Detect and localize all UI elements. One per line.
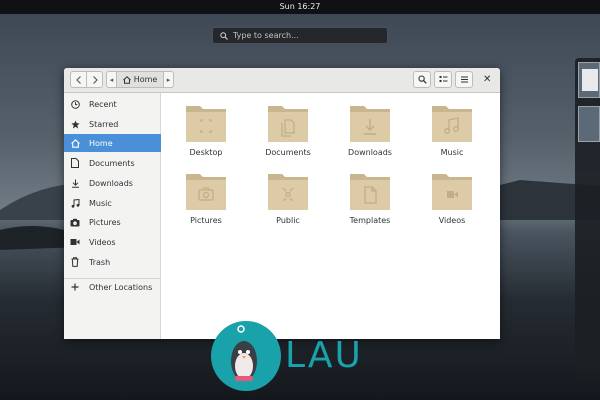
folder-music-icon xyxy=(432,106,472,142)
clock-icon xyxy=(70,99,80,109)
list-view-icon xyxy=(439,76,447,82)
chevron-left-icon xyxy=(75,75,81,84)
folder-public-icon xyxy=(268,174,308,210)
close-button[interactable]: ✕ xyxy=(483,74,491,85)
home-icon xyxy=(122,75,131,84)
search-icon xyxy=(220,32,228,40)
home-icon xyxy=(70,138,80,148)
folder-label: Documents xyxy=(265,148,311,157)
folder-documents[interactable]: Documents xyxy=(253,102,323,166)
download-icon xyxy=(70,178,80,188)
chevron-right-icon xyxy=(92,75,98,84)
path-right-arrow-icon[interactable]: ▸ xyxy=(164,76,173,84)
sidebar-item-videos[interactable]: Videos xyxy=(64,233,161,251)
sidebar-item-label: Starred xyxy=(89,119,119,129)
document-icon xyxy=(70,158,80,168)
star-icon xyxy=(70,119,80,129)
sidebar-item-label: Music xyxy=(89,198,112,208)
folder-label: Desktop xyxy=(189,148,223,157)
path-left-arrow-icon[interactable]: ◂ xyxy=(107,76,116,84)
header-bar: ◂ Home ▸ ✕ xyxy=(64,68,500,93)
folder-label: Pictures xyxy=(190,216,222,225)
close-icon: ✕ xyxy=(483,74,492,85)
back-button[interactable] xyxy=(70,71,87,88)
view-toggle-button[interactable] xyxy=(434,71,452,88)
folder-pictures-icon xyxy=(186,174,226,210)
plus-icon xyxy=(70,282,80,292)
folder-videos-icon xyxy=(432,174,472,210)
workspace-thumbnail-2[interactable] xyxy=(578,106,600,142)
sidebar: Recent Starred Home Documents Downloads … xyxy=(64,93,161,339)
sidebar-item-documents[interactable]: Documents xyxy=(64,154,161,172)
breadcrumb-label: Home xyxy=(133,75,158,84)
folder-grid: Desktop Documents Downloads Music Pictur… xyxy=(161,93,500,339)
folder-label: Music xyxy=(440,148,464,157)
folder-pictures[interactable]: Pictures xyxy=(171,170,241,234)
clock[interactable]: Sun 16:27 xyxy=(0,2,600,11)
folder-desktop[interactable]: Desktop xyxy=(171,102,241,166)
sidebar-item-home[interactable]: Home xyxy=(64,134,161,152)
folder-downloads[interactable]: Downloads xyxy=(335,102,405,166)
camera-icon xyxy=(70,217,80,227)
folder-label: Templates xyxy=(349,216,391,225)
path-bar: ◂ Home ▸ xyxy=(106,71,174,88)
hamburger-icon xyxy=(460,76,468,83)
sidebar-item-label: Trash xyxy=(89,257,111,267)
forward-button[interactable] xyxy=(86,71,103,88)
folder-label: Videos xyxy=(438,216,466,225)
workspace-thumbnail-1[interactable] xyxy=(578,62,600,98)
trash-icon xyxy=(70,257,80,267)
sidebar-item-label: Documents xyxy=(89,158,135,168)
folder-desktop-icon xyxy=(186,106,226,142)
search-box[interactable] xyxy=(212,27,388,44)
sidebar-item-label: Home xyxy=(89,138,113,148)
search-input[interactable] xyxy=(233,30,383,41)
top-bar: Sun 16:27 xyxy=(0,0,600,14)
sidebar-item-music[interactable]: Music xyxy=(64,194,161,212)
sidebar-item-label: Videos xyxy=(89,237,116,247)
sidebar-item-label: Other Locations xyxy=(89,282,153,292)
sidebar-item-label: Recent xyxy=(89,99,117,109)
folder-templates-icon xyxy=(350,174,390,210)
folder-public[interactable]: Public xyxy=(253,170,323,234)
watermark-logo xyxy=(211,321,281,391)
folder-music[interactable]: Music xyxy=(417,102,487,166)
search-icon xyxy=(417,75,427,84)
sidebar-item-downloads[interactable]: Downloads xyxy=(64,174,161,192)
file-manager-window: ◂ Home ▸ ✕ Recent Starred Home Documents… xyxy=(64,68,500,339)
sidebar-item-trash[interactable]: Trash xyxy=(64,253,161,271)
sidebar-item-recent[interactable]: Recent xyxy=(64,95,161,113)
sidebar-item-starred[interactable]: Starred xyxy=(64,115,161,133)
folder-downloads-icon xyxy=(350,106,390,142)
menu-button[interactable] xyxy=(455,71,473,88)
watermark-text: LAU xyxy=(285,335,363,376)
video-icon xyxy=(70,237,80,247)
sidebar-item-label: Downloads xyxy=(89,178,133,188)
folder-videos[interactable]: Videos xyxy=(417,170,487,234)
folder-label: Public xyxy=(276,216,300,225)
sidebar-item-label: Pictures xyxy=(89,217,121,227)
folder-templates[interactable]: Templates xyxy=(335,170,405,234)
music-icon xyxy=(70,198,80,208)
sidebar-item-pictures[interactable]: Pictures xyxy=(64,213,161,231)
sidebar-item-other-locations[interactable]: Other Locations xyxy=(64,278,161,296)
breadcrumb-home[interactable]: Home xyxy=(116,72,164,87)
penguin-icon xyxy=(231,325,257,381)
search-button[interactable] xyxy=(413,71,431,88)
folder-documents-icon xyxy=(268,106,308,142)
folder-label: Downloads xyxy=(348,148,392,157)
